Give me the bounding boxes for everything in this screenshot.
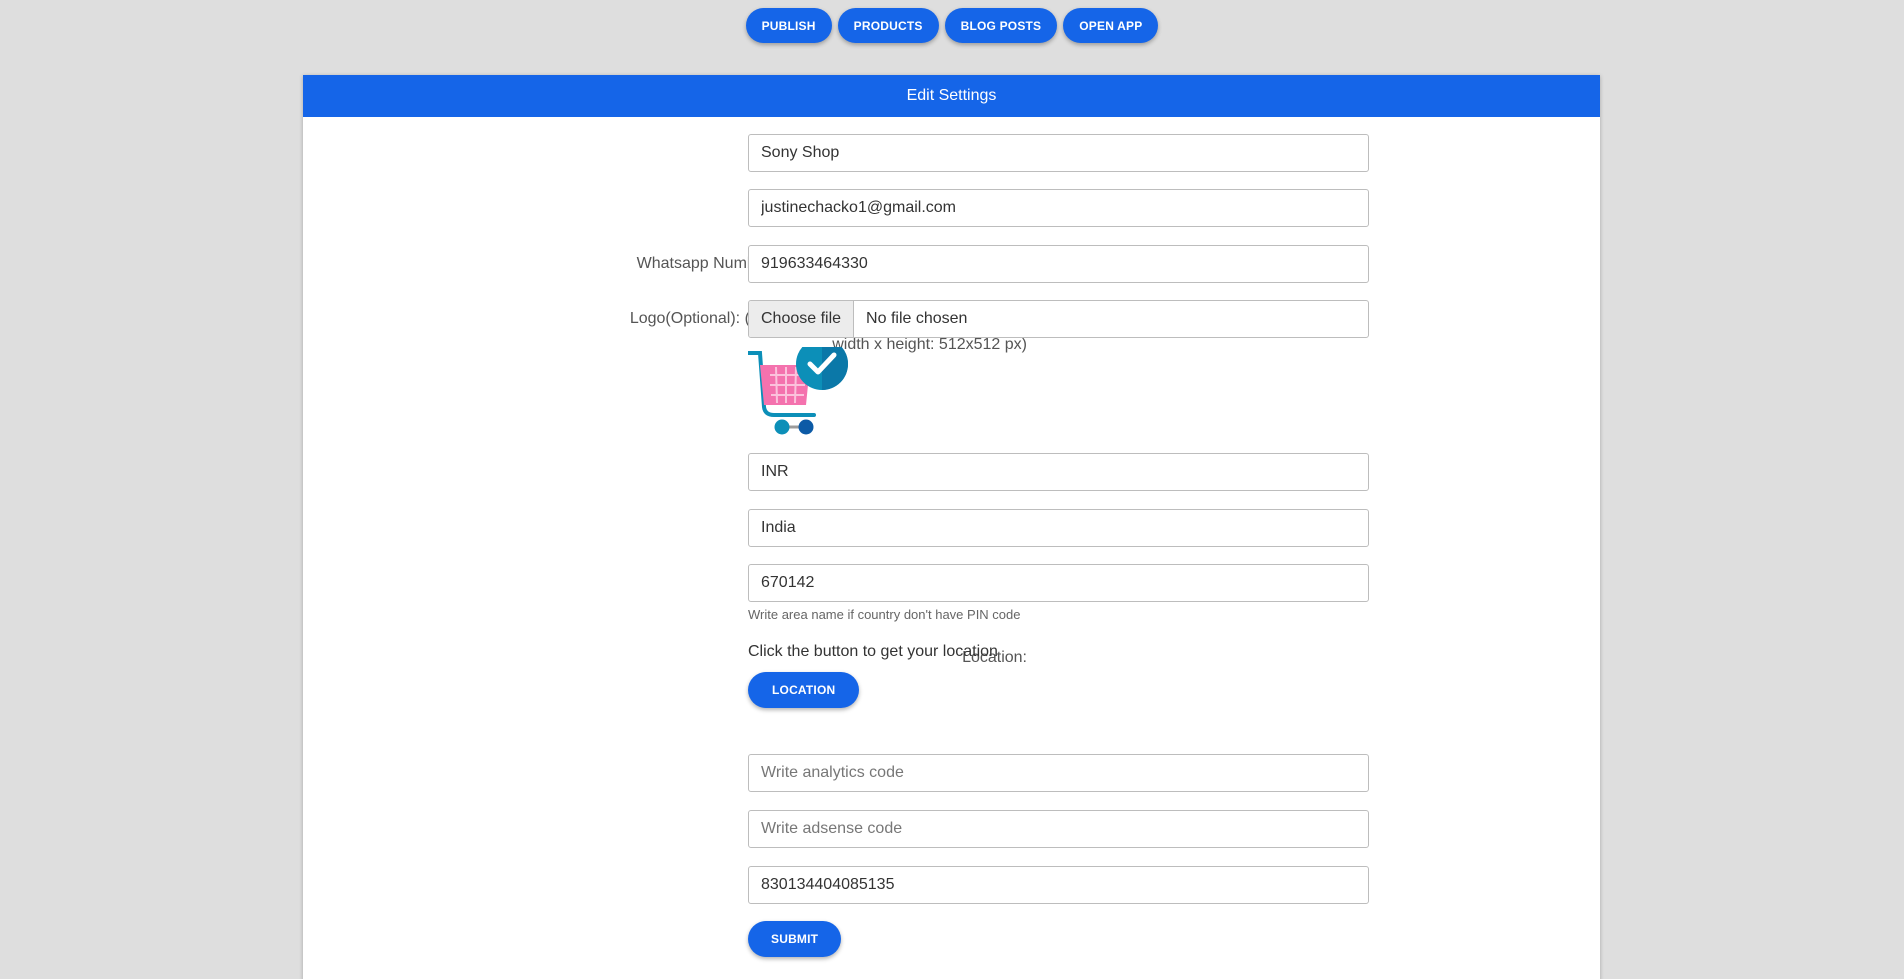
- open-app-button[interactable]: OPEN APP: [1063, 8, 1159, 43]
- pin-help-text: Write area name if country don't have PI…: [748, 607, 1021, 622]
- card-header: Edit Settings: [303, 75, 1600, 117]
- facebook-input[interactable]: [748, 866, 1369, 904]
- submit-button[interactable]: SUBMIT: [748, 921, 842, 957]
- logo-file-input[interactable]: Choose file No file chosen: [748, 300, 1369, 338]
- products-button[interactable]: PRODUCTS: [837, 8, 939, 43]
- currency-input[interactable]: [748, 453, 1369, 491]
- email-input[interactable]: [748, 189, 1369, 227]
- adsense-input[interactable]: [748, 810, 1369, 848]
- choose-file-button[interactable]: Choose file: [749, 301, 855, 337]
- whatsapp-input[interactable]: [748, 245, 1369, 283]
- publish-button[interactable]: PUBLISH: [745, 8, 832, 43]
- settings-card: Edit Settings App Title: Email: Whatsapp…: [303, 75, 1600, 979]
- location-instruction: Click the button to get your location: [748, 643, 998, 660]
- shopping-cart-check-icon: [748, 347, 848, 435]
- logo-label-line2: width x height: 512x512 px): [832, 336, 1027, 353]
- pin-input[interactable]: [748, 564, 1369, 602]
- top-nav: PUBLISH PRODUCTS BLOG POSTS OPEN APP: [0, 8, 1904, 43]
- page-title: Edit Settings: [906, 87, 997, 104]
- country-input[interactable]: [748, 509, 1369, 547]
- blog-posts-button[interactable]: BLOG POSTS: [944, 8, 1058, 43]
- location-button[interactable]: LOCATION: [748, 672, 860, 708]
- analytics-input[interactable]: [748, 754, 1369, 792]
- app-title-input[interactable]: [748, 134, 1369, 172]
- file-status: No file chosen: [866, 310, 968, 327]
